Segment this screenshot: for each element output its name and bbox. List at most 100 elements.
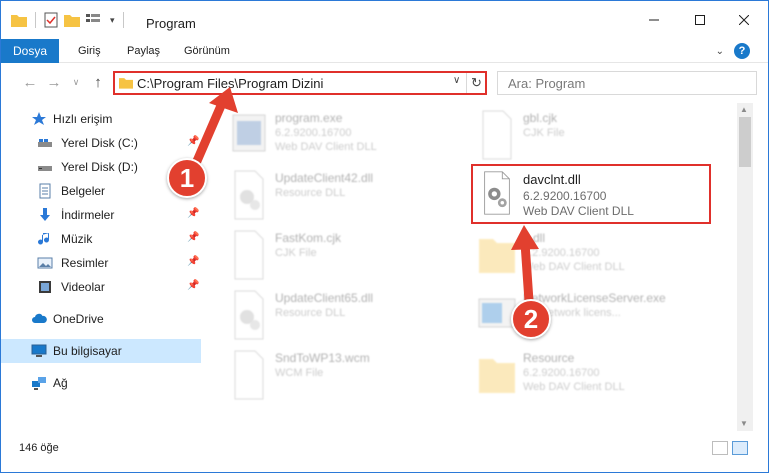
file-type: Resource DLL [275, 187, 346, 199]
tab-home[interactable]: Giriş [78, 39, 101, 63]
sidebar-item-label: Ağ [53, 376, 68, 390]
sidebar-item-local-disk-c[interactable]: Yerel Disk (C:) 📌 [1, 131, 201, 155]
sidebar-item-downloads[interactable]: İndirmeler 📌 [1, 203, 201, 227]
file-item-updateclient65[interactable]: UpdateClient65.dll Resource DLL [229, 289, 479, 347]
file-version: 6.2.9200.16700 [523, 367, 600, 379]
sidebar-item-videos[interactable]: Videolar 📌 [1, 275, 201, 299]
chevron-down-icon: ∨ [453, 75, 461, 86]
maximize-button[interactable] [677, 1, 723, 39]
address-bar[interactable]: C:\Program Files\Program Dizini ∨ ↻ [113, 71, 487, 95]
vertical-scrollbar[interactable]: ▲ ▼ [737, 103, 753, 431]
sidebar-item-this-pc[interactable]: Bu bilgisayar [1, 339, 201, 363]
file-name: FastKom.cjk [275, 231, 342, 245]
help-icon[interactable]: ? [734, 43, 750, 59]
dll-file-icon [234, 170, 264, 220]
properties-icon[interactable] [44, 12, 58, 28]
tiles-view-icon[interactable] [732, 441, 748, 455]
details-view-icon[interactable] [712, 441, 728, 455]
file-item-updateclient42[interactable]: UpdateClient42.dll Resource DLL [229, 169, 479, 227]
file-name: UpdateClient65.dll [275, 291, 374, 305]
forward-button[interactable]: → [45, 73, 63, 91]
sidebar-item-label: Müzik [61, 232, 93, 246]
drive-icon [38, 166, 52, 171]
arrow-left-icon: ← [22, 73, 38, 91]
file-item-dll[interactable]: ...dll 6.2.9200.16700 Web DAV Client DLL [477, 229, 727, 287]
pin-icon: 📌 [187, 256, 200, 267]
file-name: davclnt.dll [523, 172, 581, 187]
tab-view[interactable]: Görünüm [184, 39, 230, 63]
music-icon [38, 233, 49, 245]
file-name: NetworkLicenseServer.exe [523, 291, 666, 305]
file-item-sndtowp13[interactable]: SndToWP13.wcm WCM File [229, 349, 479, 407]
pin-icon: 📌 [187, 280, 200, 291]
file-item-gbl[interactable]: gbl.cjk CJK File [477, 109, 727, 167]
exe-file-icon [232, 114, 266, 152]
navigation-pane: Hızlı erişim Yerel Disk (C:) 📌 Yerel Dis… [1, 103, 201, 433]
sidebar-item-onedrive[interactable]: OneDrive [1, 307, 201, 331]
arrow-up-icon: ↑ [94, 73, 102, 91]
scrollbar-thumb[interactable] [739, 117, 751, 167]
pictures-icon [37, 257, 53, 269]
tab-share[interactable]: Paylaş [127, 39, 160, 63]
new-folder-icon[interactable] [64, 13, 80, 27]
chevron-down-icon[interactable]: ▾ [110, 15, 115, 26]
download-icon [40, 208, 50, 221]
star-icon [32, 112, 46, 125]
refresh-button[interactable]: ↻ [466, 73, 486, 93]
search-input[interactable]: Ara: Program [497, 71, 757, 95]
sidebar-item-network[interactable]: Ağ [1, 371, 201, 395]
tab-file[interactable]: Dosya [1, 39, 59, 63]
sidebar-item-music[interactable]: Müzik 📌 [1, 227, 201, 251]
file-item-fastkom[interactable]: FastKom.cjk CJK File [229, 229, 479, 287]
address-dropdown[interactable]: ∨ [453, 75, 467, 91]
file-item-resource[interactable]: Resource 6.2.9200.16700 Web DAV Client D… [477, 349, 727, 407]
view-options-icon[interactable] [86, 13, 104, 27]
sidebar-item-label: Videolar [61, 280, 105, 294]
file-name: Resource [523, 351, 575, 365]
file-description: Web DAV Client DLL [523, 381, 625, 393]
generic-file-icon [234, 230, 264, 280]
title-bar: ▾ Program [1, 1, 768, 39]
close-button[interactable] [721, 1, 767, 39]
sidebar-item-label: Hızlı erişim [53, 112, 113, 126]
sidebar-item-label: Resimler [61, 256, 109, 270]
dll-file-icon [234, 290, 264, 340]
generic-file-icon [234, 350, 264, 400]
scroll-down-icon[interactable]: ▼ [740, 419, 748, 428]
explorer-window: ▾ Program Dosya Giriş Paylaş Görünüm ⌄ ?… [0, 0, 769, 473]
file-name: UpdateClient42.dll [275, 171, 374, 185]
file-item-program-exe[interactable]: program.exe 6.2.9200.16700 Web DAV Clien… [229, 109, 479, 167]
callout-badge-2: 2 [511, 299, 551, 339]
maximize-icon [695, 15, 705, 25]
file-description: Web DAV Client DLL [523, 204, 634, 218]
refresh-icon: ↻ [471, 75, 482, 90]
documents-icon [39, 183, 51, 199]
file-version: 6.2.9200.16700 [523, 247, 600, 259]
quick-access-toolbar: ▾ [11, 12, 126, 28]
videos-icon [39, 281, 51, 293]
ribbon: Dosya Giriş Paylaş Görünüm ⌄ ? [1, 39, 768, 63]
recent-locations-button[interactable]: ∨ [67, 73, 85, 91]
expand-ribbon-icon[interactable]: ⌄ [716, 46, 724, 57]
file-name: program.exe [275, 111, 343, 125]
file-name: ...dll [523, 231, 546, 245]
scroll-up-icon[interactable]: ▲ [740, 105, 748, 114]
folder-icon [119, 78, 133, 89]
computer-icon [31, 344, 47, 357]
pin-icon: 📌 [187, 208, 200, 219]
up-button[interactable]: ↑ [89, 73, 107, 91]
sidebar-item-pictures[interactable]: Resimler 📌 [1, 251, 201, 275]
back-button[interactable]: ← [21, 73, 39, 91]
sidebar-item-label: İndirmeler [61, 208, 115, 222]
sidebar-item-label: Yerel Disk (C:) [61, 136, 138, 150]
sidebar-item-quick-access[interactable]: Hızlı erişim [1, 107, 201, 131]
file-description: Web DAV Client DLL [523, 261, 625, 273]
item-count: 146 öğe [19, 442, 59, 454]
file-type: Resource DLL [275, 307, 346, 319]
file-version: 6.2.9200.16700 [523, 189, 607, 203]
file-item-davclnt[interactable]: davclnt.dll 6.2.9200.16700 Web DAV Clien… [471, 164, 711, 224]
callout-badge-1: 1 [167, 158, 207, 198]
drive-icon [38, 139, 52, 147]
minimize-button[interactable] [631, 1, 677, 39]
pin-icon: 📌 [187, 232, 200, 243]
